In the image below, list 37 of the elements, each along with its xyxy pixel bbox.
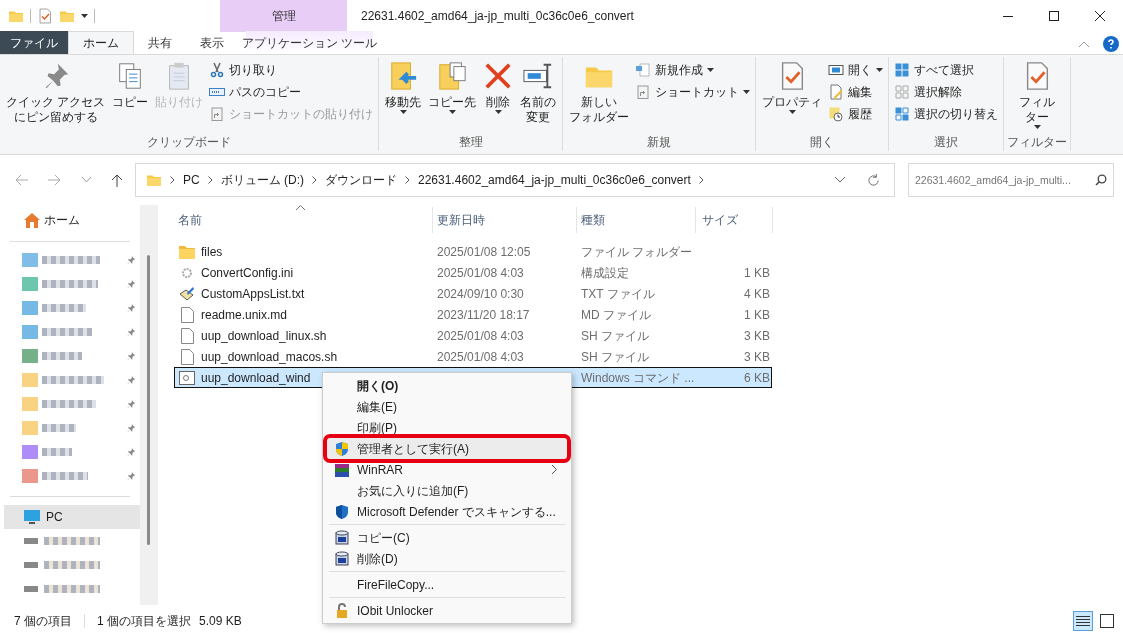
- type-cell-text: SH ファイル: [580, 348, 650, 366]
- type-cell-text: 構成設定: [580, 264, 630, 282]
- type-cell-text: TXT ファイル: [580, 285, 656, 303]
- selection-info: 1 個の項目を選択: [96, 613, 192, 630]
- size-cell-text: 4 KB: [743, 285, 770, 303]
- date-cell-text: 2023/11/20 18:17: [436, 306, 531, 324]
- group-label: 開く: [810, 134, 835, 151]
- date-cell-text: 2025/01/08 12:05: [436, 243, 532, 261]
- type-cell-text: SH ファイル: [580, 327, 650, 345]
- size-cell-text: 6 KB: [743, 369, 770, 387]
- size-cell-text: 3 KB: [743, 348, 770, 366]
- file-name: uup_download_linux.sh: [201, 327, 327, 345]
- date-cell-text: 2025/01/08 4:03: [436, 264, 525, 282]
- window-title: 22631.4602_amd64_ja-jp_multi_0c36c0e6_convert: [361, 8, 634, 25]
- file-name: files: [201, 243, 223, 261]
- date-cell-text: 2025/01/08 4:03: [436, 327, 525, 345]
- context-tab-header: 管理: [220, 0, 347, 32]
- group-label: クリップボード: [147, 134, 232, 151]
- date-cell-text: 2025/01/08 4:03: [436, 348, 525, 366]
- size-cell-text: 3 KB: [743, 327, 770, 345]
- type-cell-text: Windows コマンド ...: [580, 369, 696, 387]
- file-name: readme.unix.md: [201, 306, 288, 324]
- type-cell-text: MD ファイル: [580, 306, 652, 324]
- size-cell-text: 1 KB: [743, 264, 770, 282]
- group-label: フィルター: [1007, 134, 1068, 151]
- selection-size: 5.09 KB: [198, 613, 242, 630]
- type-cell-text: ファイル フォルダー: [580, 243, 694, 261]
- file-name: uup_download_wind: [201, 369, 311, 387]
- size-cell-text: 1 KB: [743, 306, 770, 324]
- file-name: ConvertConfig.ini: [201, 264, 294, 282]
- file-name: CustomAppsList.txt: [201, 285, 305, 303]
- group-label: 選択: [934, 134, 959, 151]
- date-cell-text: 2024/09/10 0:30: [436, 285, 525, 303]
- item-count: 7 個の項目: [13, 613, 73, 630]
- group-label: 新規: [647, 134, 672, 151]
- group-label: 整理: [458, 134, 483, 151]
- file-name: uup_download_macos.sh: [201, 348, 338, 366]
